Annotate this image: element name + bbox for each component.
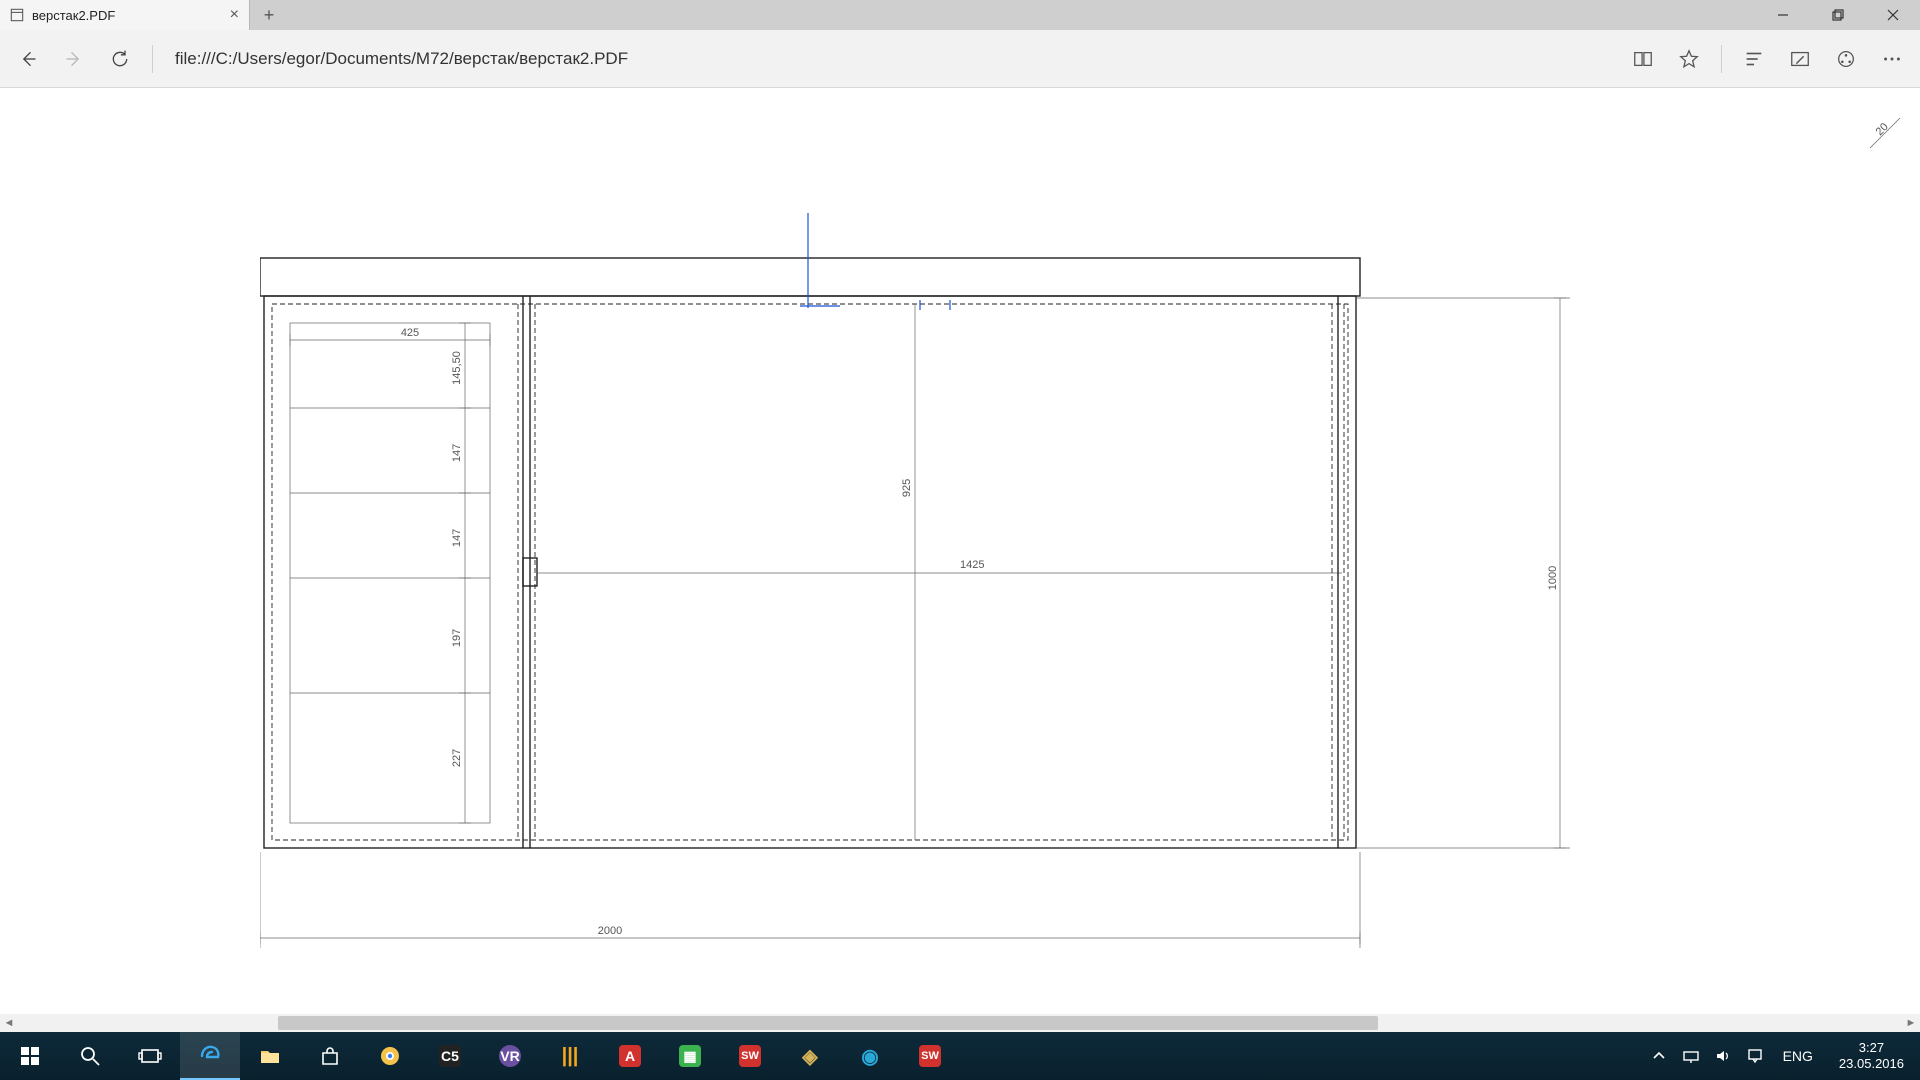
tray-clock[interactable]: 3:27 23.05.2016 <box>1827 1040 1916 1071</box>
dim-shelf-h4: 197 <box>451 629 463 647</box>
share-icon[interactable] <box>1826 39 1866 79</box>
new-tab-button[interactable]: + <box>250 0 288 30</box>
taskbar-app-solidworks-1[interactable]: SW <box>720 1032 780 1080</box>
back-button[interactable] <box>8 39 48 79</box>
tray-notifications-icon[interactable] <box>1741 1032 1769 1080</box>
page-corner-label: 20 <box>1874 121 1891 138</box>
more-icon[interactable] <box>1872 39 1912 79</box>
refresh-button[interactable] <box>100 39 140 79</box>
taskbar-app-chrome[interactable] <box>360 1032 420 1080</box>
taskbar-app-a[interactable]: A <box>600 1032 660 1080</box>
hub-icon[interactable] <box>1734 39 1774 79</box>
tab-title: верстак2.PDF <box>32 8 115 23</box>
taskbar: C5 VR ||| A ▦ SW ◈ ◉ SW ENG 3:27 23.05.2… <box>0 1032 1920 1080</box>
taskbar-app-vr[interactable]: VR <box>480 1032 540 1080</box>
scroll-thumb[interactable] <box>278 1016 1378 1030</box>
tray-network-icon[interactable] <box>1677 1032 1705 1080</box>
close-window-button[interactable] <box>1865 0 1920 30</box>
separator <box>1721 45 1722 73</box>
tray-chevron-icon[interactable] <box>1645 1032 1673 1080</box>
taskbar-app-solidworks-2[interactable]: SW <box>900 1032 960 1080</box>
dim-shelf-width: 425 <box>401 327 419 339</box>
search-button[interactable] <box>60 1032 120 1080</box>
page-icon <box>10 8 24 22</box>
dim-overall-height: 1000 <box>1547 566 1559 590</box>
taskbar-app-c5[interactable]: C5 <box>420 1032 480 1080</box>
url-field[interactable]: file:///C:/Users/egor/Documents/M72/верс… <box>165 49 1617 69</box>
scroll-track[interactable] <box>18 1014 1902 1032</box>
dim-shelf-h1: 145,50 <box>451 351 463 385</box>
start-button[interactable] <box>0 1032 60 1080</box>
pdf-page: 20 <box>260 108 1860 1008</box>
tray-date: 23.05.2016 <box>1839 1056 1904 1072</box>
dim-shelf-h5: 227 <box>451 749 463 767</box>
scroll-left-button[interactable]: ◄ <box>0 1014 18 1032</box>
tray-time: 3:27 <box>1839 1040 1904 1056</box>
taskbar-app-bars[interactable]: ||| <box>540 1032 600 1080</box>
forward-button[interactable] <box>54 39 94 79</box>
scroll-right-button[interactable]: ► <box>1902 1014 1920 1032</box>
dim-shelf-h2: 147 <box>451 444 463 462</box>
tray-volume-icon[interactable] <box>1709 1032 1737 1080</box>
separator <box>152 45 153 73</box>
taskbar-app-diamond[interactable]: ◈ <box>780 1032 840 1080</box>
taskbar-app-store[interactable] <box>300 1032 360 1080</box>
window-titlebar: верстак2.PDF × + <box>0 0 1920 30</box>
taskbar-app-file-explorer[interactable] <box>240 1032 300 1080</box>
reading-view-icon[interactable] <box>1623 39 1663 79</box>
web-note-icon[interactable] <box>1780 39 1820 79</box>
taskbar-app-flag[interactable]: ▦ <box>660 1032 720 1080</box>
maximize-button[interactable] <box>1810 0 1865 30</box>
taskbar-app-edge[interactable] <box>180 1032 240 1080</box>
dim-shelf-h3: 147 <box>451 529 463 547</box>
horizontal-scrollbar[interactable]: ◄ ► <box>0 1014 1920 1032</box>
dim-right-width: 1425 <box>960 559 984 571</box>
pdf-viewport[interactable]: 20 <box>0 88 1920 1032</box>
browser-tab[interactable]: верстак2.PDF × <box>0 0 250 30</box>
address-bar: file:///C:/Users/egor/Documents/M72/верс… <box>0 30 1920 88</box>
system-tray: ENG 3:27 23.05.2016 <box>1645 1032 1920 1080</box>
close-tab-icon[interactable]: × <box>230 7 239 23</box>
minimize-button[interactable] <box>1755 0 1810 30</box>
favorite-icon[interactable] <box>1669 39 1709 79</box>
dim-overall-width: 2000 <box>598 925 622 937</box>
task-view-button[interactable] <box>120 1032 180 1080</box>
tray-language[interactable]: ENG <box>1773 1048 1823 1064</box>
taskbar-app-circle[interactable]: ◉ <box>840 1032 900 1080</box>
dim-right-height: 925 <box>901 479 913 497</box>
